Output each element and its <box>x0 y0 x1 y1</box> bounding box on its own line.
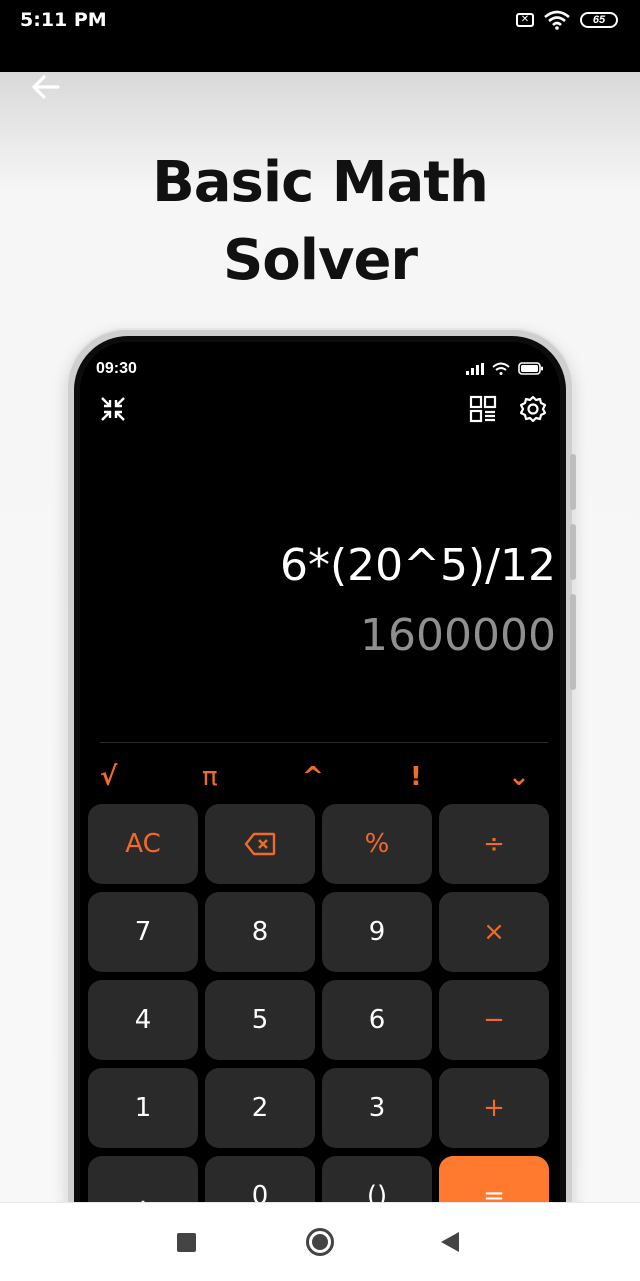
decimal-button[interactable]: . <box>88 1156 198 1202</box>
backspace-button[interactable] <box>205 804 315 884</box>
digit-3-button[interactable]: 3 <box>322 1068 432 1148</box>
phone-side-button <box>570 454 576 510</box>
digit-9-button[interactable]: 9 <box>322 892 432 972</box>
title-line-2: Solver <box>222 228 418 293</box>
recents-icon[interactable] <box>177 1233 196 1252</box>
phone-side-button <box>570 524 576 580</box>
digit-4-button[interactable]: 4 <box>88 980 198 1060</box>
scientific-keys-row: √ π ^ ! ⌄ <box>80 762 560 802</box>
parentheses-button[interactable]: () <box>322 1156 432 1202</box>
digit-2-button[interactable]: 2 <box>205 1068 315 1148</box>
phone-wifi-icon <box>492 362 510 375</box>
result-display: 1600000 <box>360 610 556 661</box>
percent-button[interactable]: % <box>322 804 432 884</box>
phone-status-icons <box>466 362 544 375</box>
phone-mockup: 09:30 6*(20^5)/12 1600000 √ π ^ ! ⌄ AC %… <box>68 330 576 1202</box>
digit-5-button[interactable]: 5 <box>205 980 315 1060</box>
status-icons: ✕ 65 <box>516 9 618 31</box>
phone-screen: 09:30 6*(20^5)/12 1600000 √ π ^ ! ⌄ AC %… <box>74 336 566 1202</box>
digit-7-button[interactable]: 7 <box>88 892 198 972</box>
multiply-button[interactable]: × <box>439 892 549 972</box>
phone-side-button <box>570 594 576 690</box>
gear-icon[interactable] <box>518 394 548 424</box>
digit-0-button[interactable]: 0 <box>205 1156 315 1202</box>
minimize-icon[interactable] <box>98 394 128 424</box>
equals-button[interactable]: = <box>439 1156 549 1202</box>
status-bar: 5:11 PM ✕ 65 <box>0 0 640 72</box>
digit-6-button[interactable]: 6 <box>322 980 432 1060</box>
expand-chevron-icon[interactable]: ⌄ <box>508 762 530 792</box>
battery-indicator: 65 <box>580 12 618 28</box>
digit-1-button[interactable]: 1 <box>88 1068 198 1148</box>
signal-icon <box>466 362 484 375</box>
no-sim-icon: ✕ <box>516 13 534 27</box>
clear-button[interactable]: AC <box>88 804 198 884</box>
sqrt-key[interactable]: √ <box>100 762 117 792</box>
phone-status-bar: 09:30 <box>80 356 560 386</box>
hero-panel: Basic Math Solver 09:30 6*(20^5)/12 1600… <box>0 72 640 1202</box>
plus-button[interactable]: + <box>439 1068 549 1148</box>
pi-key[interactable]: π <box>202 762 218 792</box>
display-divider <box>100 742 548 743</box>
phone-time: 09:30 <box>96 360 137 377</box>
phone-battery-icon <box>518 362 543 375</box>
qr-scan-icon[interactable] <box>468 394 498 424</box>
system-nav-bar <box>0 1202 640 1281</box>
back-arrow-icon[interactable] <box>28 72 64 102</box>
expression-display: 6*(20^5)/12 <box>280 540 556 591</box>
backspace-icon <box>244 832 276 856</box>
wifi-icon <box>544 10 570 30</box>
nav-back-icon[interactable] <box>441 1232 459 1252</box>
digit-8-button[interactable]: 8 <box>205 892 315 972</box>
status-time: 5:11 PM <box>20 9 107 31</box>
factorial-key[interactable]: ! <box>410 762 422 792</box>
home-icon-dot <box>312 1234 328 1250</box>
divide-button[interactable]: ÷ <box>439 804 549 884</box>
power-key[interactable]: ^ <box>302 762 324 792</box>
home-icon[interactable] <box>306 1228 334 1256</box>
minus-button[interactable]: − <box>439 980 549 1060</box>
page-title: Basic Math Solver <box>0 144 640 300</box>
title-line-1: Basic Math <box>152 150 489 215</box>
